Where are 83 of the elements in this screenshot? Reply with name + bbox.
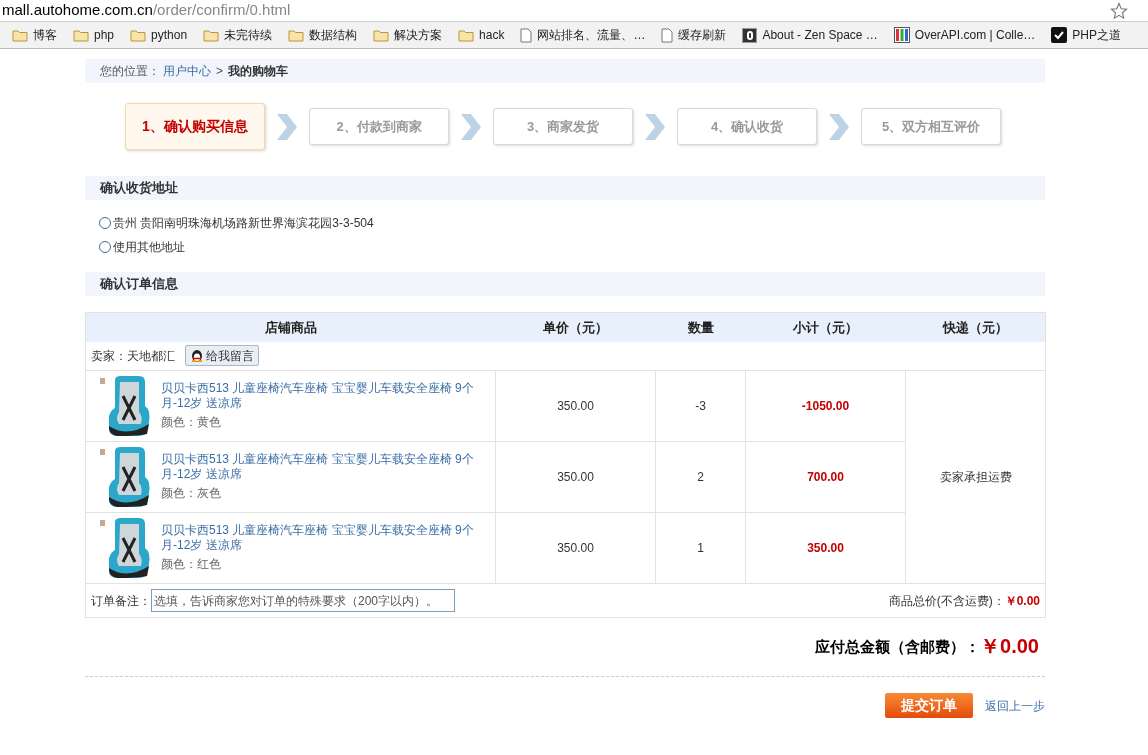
chevron-icon bbox=[643, 113, 667, 140]
product-link[interactable]: 贝贝卡西513 儿童座椅汽车座椅 宝宝婴儿车载安全座椅 9个月-12岁 送凉席 bbox=[161, 452, 481, 482]
zero-logo-icon bbox=[742, 27, 758, 43]
price-cell: 350.00 bbox=[495, 370, 656, 442]
car-seat-photo bbox=[107, 376, 151, 436]
penguin-icon bbox=[190, 348, 204, 363]
breadcrumb-current: 我的购物车 bbox=[228, 63, 288, 80]
url-text: mall.autohome.com.cn/order/confirm/0.html bbox=[1, 0, 291, 21]
checkmark-icon bbox=[1051, 27, 1068, 43]
bookmark-item[interactable]: 解决方案 bbox=[371, 26, 445, 44]
price-cell: 350.00 bbox=[495, 512, 656, 584]
car-seat-photo bbox=[107, 518, 151, 578]
column-header: 小计（元） bbox=[745, 312, 906, 342]
column-header: 店铺商品 bbox=[85, 312, 496, 342]
subtotal-cell: 700.00 bbox=[745, 441, 906, 513]
bookmark-item[interactable]: 未完待续 bbox=[201, 26, 275, 44]
quantity-cell: -3 bbox=[655, 370, 746, 442]
note-label: 订单备注： bbox=[91, 592, 151, 610]
shipping-cell: 卖家承担运费 bbox=[905, 370, 1046, 584]
subtotal-cell: -1050.00 bbox=[745, 370, 906, 442]
bookmark-item[interactable]: 数据结构 bbox=[286, 26, 360, 44]
seller-name: 卖家：天地都汇 bbox=[91, 347, 175, 365]
chevron-icon bbox=[827, 113, 851, 140]
folder-icon bbox=[373, 28, 390, 42]
breadcrumb-prefix: 您的位置： bbox=[100, 63, 160, 80]
bookmark-item[interactable]: About - Zen Space … bbox=[740, 26, 880, 44]
column-header: 快递（元） bbox=[905, 312, 1046, 342]
goods-total-label: 商品总价(不含运费)： bbox=[888, 592, 1005, 610]
step-indicator: 5、双方相互评价 bbox=[861, 108, 1001, 145]
bookmark-item[interactable]: PHP之道 bbox=[1049, 26, 1123, 44]
total-label: 应付总金额（含邮费）： bbox=[815, 636, 981, 657]
column-header: 数量 bbox=[655, 312, 746, 342]
bookmark-item[interactable]: hack bbox=[456, 26, 507, 44]
bookmark-item[interactable]: 网站排名、流量、… bbox=[518, 26, 648, 44]
folder-icon bbox=[203, 28, 220, 42]
folder-icon bbox=[73, 28, 89, 42]
step-indicator: 3、商家发货 bbox=[493, 108, 633, 145]
page-icon bbox=[661, 27, 674, 43]
folder-icon bbox=[12, 28, 28, 42]
bookmark-item[interactable]: 缓存刷新 bbox=[659, 26, 729, 44]
star-icon[interactable] bbox=[1110, 1, 1128, 20]
step-indicator: 1、确认购买信息 bbox=[125, 103, 265, 150]
chevron-icon bbox=[275, 113, 299, 140]
bookmark-item[interactable]: OverAPI.com | Colle… bbox=[891, 26, 1038, 44]
folder-icon bbox=[458, 28, 475, 42]
step-indicator: 4、确认收货 bbox=[677, 108, 817, 145]
page-icon bbox=[520, 27, 533, 43]
section-header: 确认收货地址 bbox=[85, 176, 1045, 200]
step-indicator: 2、付款到商家 bbox=[309, 108, 449, 145]
bookmark-item[interactable]: php bbox=[71, 26, 117, 44]
breadcrumb-link[interactable]: 用户中心 bbox=[163, 62, 211, 80]
car-seat-photo bbox=[107, 447, 151, 507]
seller-mark-icon bbox=[100, 449, 105, 455]
product-link[interactable]: 贝贝卡西513 儿童座椅汽车座椅 宝宝婴儿车载安全座椅 9个月-12岁 送凉席 bbox=[161, 523, 481, 553]
quantity-cell: 2 bbox=[655, 441, 746, 513]
quantity-cell: 1 bbox=[655, 512, 746, 584]
seller-mark-icon bbox=[100, 378, 105, 384]
folder-icon bbox=[130, 28, 147, 42]
note-input[interactable]: 选填，告诉商家您对订单的特殊要求（200字以内）。 bbox=[151, 589, 455, 612]
message-button[interactable]: 给我留言 bbox=[185, 345, 259, 367]
chevron-icon bbox=[459, 113, 483, 140]
back-link[interactable]: 返回上一步 bbox=[985, 696, 1045, 715]
bookmark-item[interactable]: python bbox=[128, 26, 190, 44]
goods-total-amount: ￥0.00 bbox=[1004, 592, 1040, 610]
total-amount: ￥0.00 bbox=[980, 634, 1039, 658]
column-header: 单价（元） bbox=[495, 312, 656, 342]
product-color: 颜色：黄色 bbox=[161, 414, 222, 431]
address-bar[interactable]: mall.autohome.com.cn/order/confirm/0.html bbox=[0, 0, 1148, 22]
striped-logo-icon bbox=[893, 27, 910, 43]
product-color: 颜色：红色 bbox=[161, 556, 222, 573]
bookmark-item[interactable]: 博客 bbox=[10, 26, 59, 44]
product-link[interactable]: 贝贝卡西513 儿童座椅汽车座椅 宝宝婴儿车载安全座椅 9个月-12岁 送凉席 bbox=[161, 381, 481, 411]
subtotal-cell: 350.00 bbox=[745, 512, 906, 584]
breadcrumb-separator: > bbox=[215, 63, 224, 80]
radio-label: 使用其他地址 bbox=[113, 239, 185, 256]
radio-label: 贵州 贵阳南明珠海机场路新世界海滨花园3-3-504 bbox=[113, 215, 374, 232]
radio-button[interactable] bbox=[99, 217, 111, 229]
radio-button[interactable] bbox=[99, 241, 111, 253]
folder-icon bbox=[288, 28, 305, 42]
product-color: 颜色：灰色 bbox=[161, 485, 222, 502]
price-cell: 350.00 bbox=[495, 441, 656, 513]
section-header: 确认订单信息 bbox=[85, 272, 1045, 296]
seller-mark-icon bbox=[100, 520, 105, 526]
